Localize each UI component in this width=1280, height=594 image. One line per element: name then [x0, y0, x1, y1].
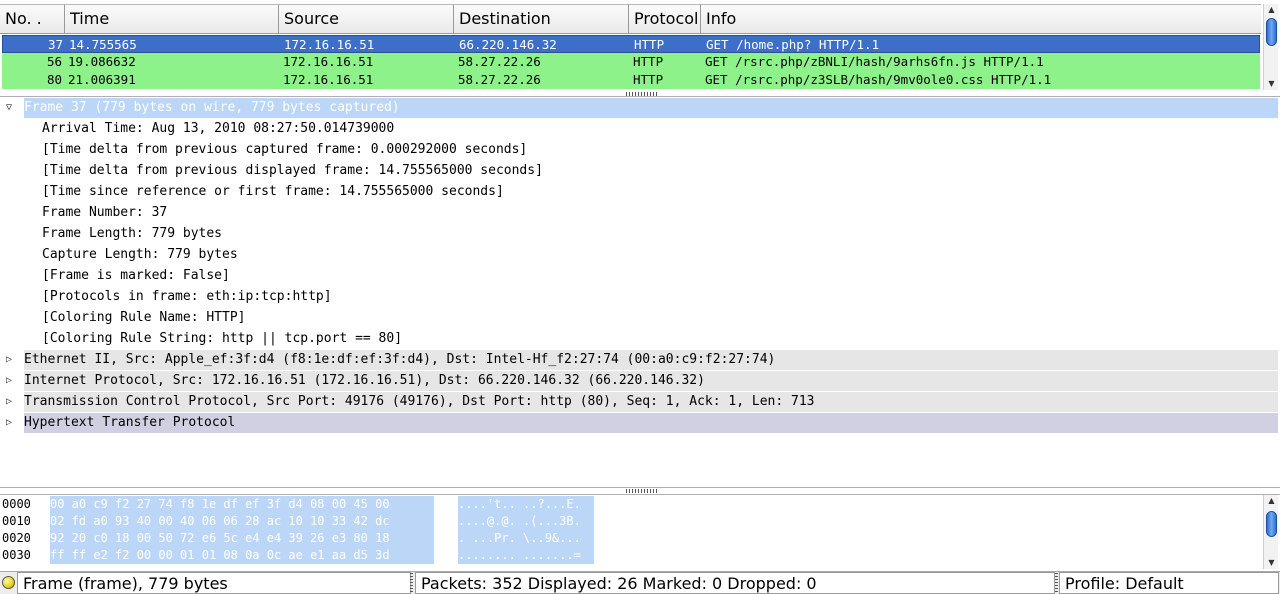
expand-triangle-icon[interactable]: ▷: [6, 413, 18, 433]
scroll-up-icon[interactable]: ▲: [1264, 495, 1279, 507]
hex-pane-scrollbar[interactable]: ▲ ▼: [1263, 495, 1278, 569]
packet-time: 21.006391: [68, 72, 136, 87]
scroll-down-icon[interactable]: ▼: [1264, 557, 1279, 569]
tree-field[interactable]: [Time delta from previous captured frame…: [2, 140, 1278, 160]
packet-info: GET /rsrc.php/zBNLI/hash/9arhs6fn.js HTT…: [705, 54, 1044, 69]
field-text: Frame Number: 37: [42, 205, 168, 220]
field-text: [Time delta from previous displayed fram…: [42, 163, 543, 178]
tree-field[interactable]: [Coloring Rule Name: HTTP]: [2, 308, 1278, 328]
status-splitter[interactable]: [1055, 573, 1058, 593]
tree-item-ip[interactable]: ▷ Internet Protocol, Src: 172.16.16.51 (…: [2, 371, 1278, 391]
field-text: [Time delta from previous captured frame…: [42, 142, 528, 157]
hex-bytes: 92 20 c0 18 00 50 72 e6 5c e4 e4 39 26 e…: [50, 530, 434, 547]
tree-label: Transmission Control Protocol, Src Port:…: [24, 392, 1278, 412]
packet-no: 56: [46, 54, 62, 69]
tree-field[interactable]: [Time since reference or first frame: 14…: [2, 182, 1278, 202]
field-text: Arrival Time: Aug 13, 2010 08:27:50.0147…: [42, 121, 395, 136]
collapse-triangle-icon[interactable]: ▽: [6, 98, 18, 118]
status-packet-counts: Packets: 352 Displayed: 26 Marked: 0 Dro…: [415, 572, 1055, 594]
field-text: [Coloring Rule Name: HTTP]: [42, 310, 246, 325]
packet-list-pane: No. . Time Source Destination Protocol I…: [0, 0, 1280, 92]
column-header-source[interactable]: Source: [279, 5, 454, 33]
tree-field[interactable]: Frame Length: 779 bytes: [2, 224, 1278, 244]
packet-destination: 66.220.146.32: [459, 37, 557, 52]
hex-offset: 0030: [2, 548, 31, 562]
pane-splitter-bottom[interactable]: [626, 489, 658, 493]
tree-item-tcp[interactable]: ▷ Transmission Control Protocol, Src Por…: [2, 392, 1278, 412]
packet-bytes-pane: 0000 00 a0 c9 f2 27 74 f8 1e df ef 3f d4…: [0, 494, 1280, 570]
hex-ascii: ....'t.. ..?...E.: [458, 496, 594, 513]
scroll-up-icon[interactable]: ▲: [1264, 4, 1279, 16]
field-text: [Frame is marked: False]: [42, 268, 230, 283]
packet-destination: 58.27.22.26: [458, 72, 541, 87]
tree-label: Ethernet II, Src: Apple_ef:3f:d4 (f8:1e:…: [24, 350, 1278, 370]
tree-field[interactable]: Frame Number: 37: [2, 203, 1278, 223]
column-header-protocol[interactable]: Protocol: [629, 5, 701, 33]
column-header-time[interactable]: Time: [65, 5, 279, 33]
hex-bytes: ff ff e2 f2 00 00 01 01 08 0a 0c ae e1 a…: [50, 547, 434, 564]
packet-row[interactable]: 80 21.006391 172.16.16.51 58.27.22.26 HT…: [2, 71, 1260, 89]
packet-protocol: HTTP: [633, 72, 664, 87]
tree-item-http[interactable]: ▷ Hypertext Transfer Protocol: [2, 413, 1278, 433]
hex-offset: 0000: [2, 497, 31, 511]
packet-no: 80: [46, 72, 62, 87]
packet-time: 19.086632: [68, 54, 136, 69]
scroll-down-icon[interactable]: ▼: [1264, 78, 1279, 90]
tree-item-ethernet[interactable]: ▷ Ethernet II, Src: Apple_ef:3f:d4 (f8:1…: [2, 350, 1278, 370]
packet-list-scroll-thumb[interactable]: [1266, 18, 1277, 46]
packet-time: 14.755565: [69, 37, 137, 52]
hex-pane-scroll-thumb[interactable]: [1266, 511, 1277, 537]
packet-list-scrollbar[interactable]: ▲ ▼: [1263, 4, 1278, 90]
field-text: [Protocols in frame: eth:ip:tcp:http]: [42, 289, 332, 304]
packet-protocol: HTTP: [634, 37, 665, 52]
tree-field[interactable]: [Time delta from previous displayed fram…: [2, 161, 1278, 181]
packet-source: 172.16.16.51: [283, 54, 374, 69]
field-text: Frame Length: 779 bytes: [42, 226, 223, 241]
tree-field[interactable]: [Protocols in frame: eth:ip:tcp:http]: [2, 287, 1278, 307]
column-header-no[interactable]: No. .: [0, 5, 65, 33]
field-text: [Time since reference or first frame: 14…: [42, 184, 504, 199]
expand-triangle-icon[interactable]: ▷: [6, 392, 18, 412]
expert-info-led-icon[interactable]: [2, 576, 15, 589]
field-text: Capture Length: 779 bytes: [42, 247, 238, 262]
packet-rows: 37 14.755565 172.16.16.51 66.220.146.32 …: [2, 35, 1260, 89]
tree-field[interactable]: Arrival Time: Aug 13, 2010 08:27:50.0147…: [2, 119, 1278, 139]
hex-ascii: ........ .......=: [458, 547, 594, 564]
status-profile[interactable]: Profile: Default: [1059, 572, 1279, 594]
tree-field[interactable]: [Coloring Rule String: http || tcp.port …: [2, 329, 1278, 349]
tree-field[interactable]: Capture Length: 779 bytes: [2, 245, 1278, 265]
tree-field[interactable]: [Frame is marked: False]: [2, 266, 1278, 286]
packet-row[interactable]: 56 19.086632 172.16.16.51 58.27.22.26 HT…: [2, 53, 1260, 71]
tree-label: Hypertext Transfer Protocol: [24, 413, 1278, 433]
status-bar: Frame (frame), 779 bytes Packets: 352 Di…: [0, 571, 1280, 594]
tree-label: Internet Protocol, Src: 172.16.16.51 (17…: [24, 371, 1278, 391]
column-header-info[interactable]: Info: [701, 5, 1261, 33]
tree-item-frame[interactable]: ▽ Frame 37 (779 bytes on wire, 779 bytes…: [2, 98, 1278, 118]
packet-details-pane: ▽ Frame 37 (779 bytes on wire, 779 bytes…: [0, 96, 1280, 488]
packet-info: GET /home.php? HTTP/1.1: [706, 37, 880, 52]
packet-row[interactable]: 37 14.755565 172.16.16.51 66.220.146.32 …: [2, 35, 1260, 53]
hex-ascii: ....@.@. .(...3B.: [458, 513, 594, 530]
hex-bytes: 00 a0 c9 f2 27 74 f8 1e df ef 3f d4 08 0…: [50, 496, 434, 513]
hex-bytes: 02 fd a0 93 40 00 40 06 06 28 ac 10 10 3…: [50, 513, 434, 530]
status-splitter[interactable]: [410, 573, 413, 593]
hex-offset: 0010: [2, 514, 31, 528]
packet-list-header: No. . Time Source Destination Protocol I…: [0, 4, 1261, 34]
expand-triangle-icon[interactable]: ▷: [6, 371, 18, 391]
hex-ascii: . ...Pr. \..9&...: [458, 530, 594, 547]
field-text: [Coloring Rule String: http || tcp.port …: [42, 331, 403, 346]
packet-no: 37: [47, 37, 63, 52]
hex-offset: 0020: [2, 531, 31, 545]
packet-source: 172.16.16.51: [283, 72, 374, 87]
expand-triangle-icon[interactable]: ▷: [6, 350, 18, 370]
packet-source: 172.16.16.51: [284, 37, 375, 52]
packet-destination: 58.27.22.26: [458, 54, 541, 69]
column-header-destination[interactable]: Destination: [454, 5, 629, 33]
packet-protocol: HTTP: [633, 54, 664, 69]
packet-info: GET /rsrc.php/z3SLB/hash/9mv0ole0.css HT…: [705, 72, 1052, 87]
status-frame-info: Frame (frame), 779 bytes: [17, 572, 411, 594]
tree-label: Frame 37 (779 bytes on wire, 779 bytes c…: [24, 98, 1278, 118]
